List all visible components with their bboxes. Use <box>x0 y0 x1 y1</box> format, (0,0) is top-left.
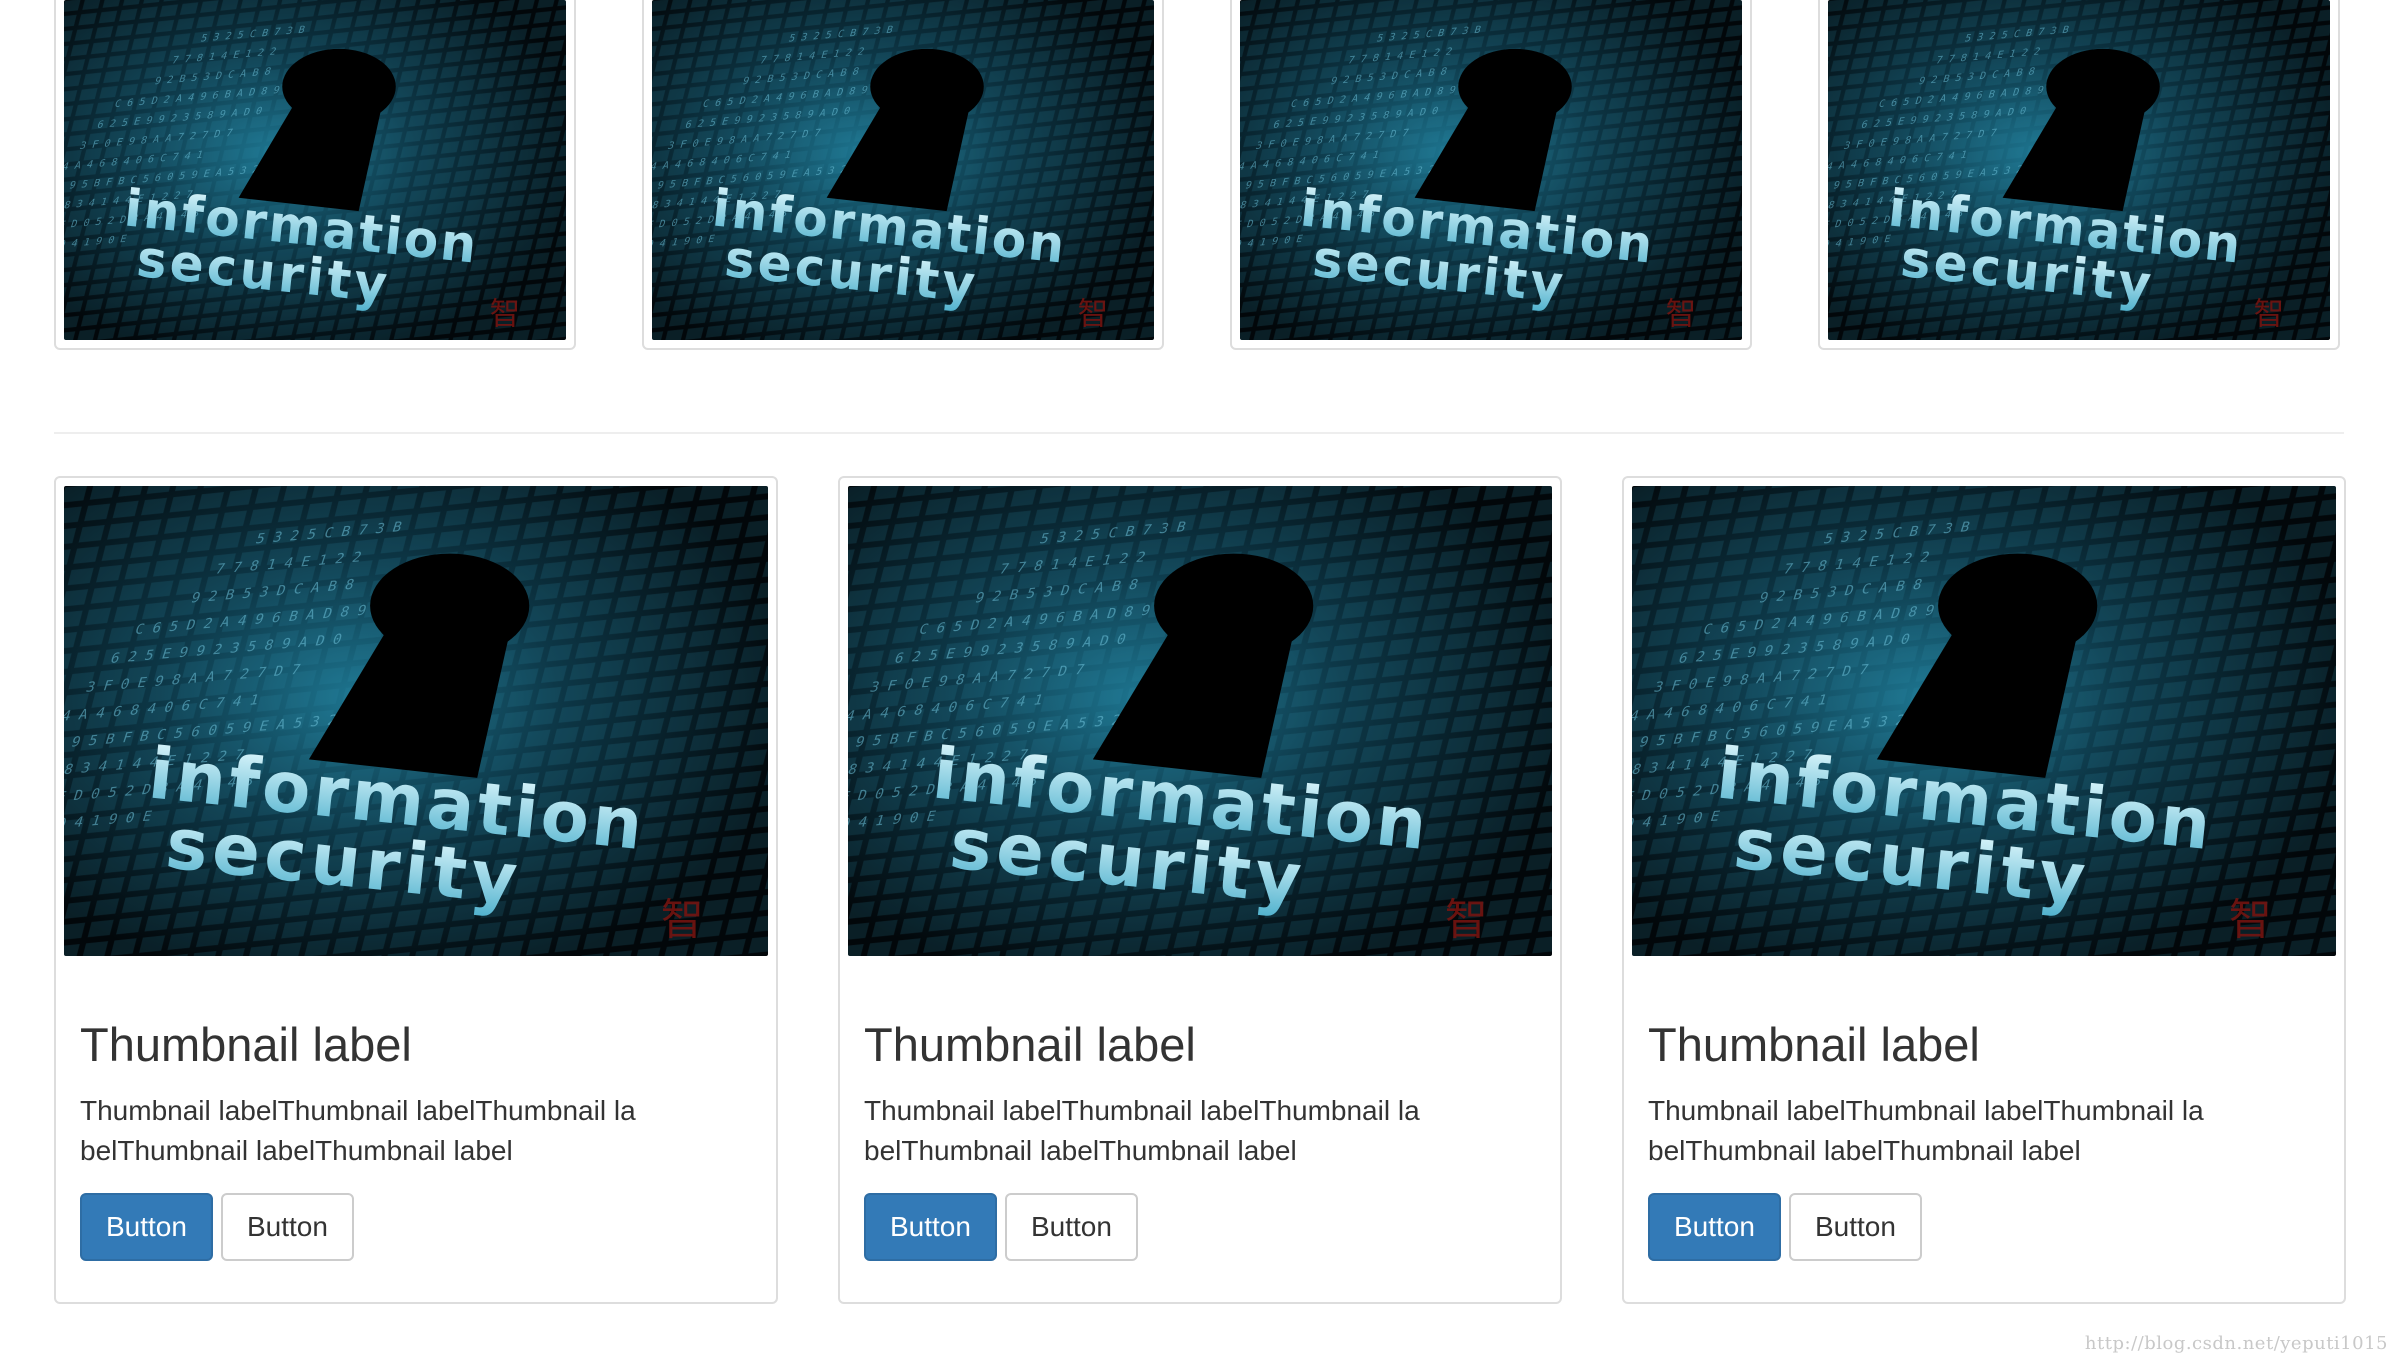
card-text: Thumbnail labelThumbnail labelThumbnail … <box>864 1094 1420 1166</box>
information-security-image <box>64 486 768 956</box>
information-security-image <box>1828 0 2330 340</box>
primary-button[interactable]: Button <box>80 1192 213 1261</box>
card-title: Thumbnail label <box>80 1018 412 1071</box>
information-security-image <box>1632 486 2336 956</box>
caption: Thumbnail label Thumbnail labelThumbnail… <box>64 1019 768 1261</box>
caption: Thumbnail label Thumbnail labelThumbnail… <box>848 1019 1552 1261</box>
information-security-image <box>1240 0 1742 340</box>
watermark: http://blog.csdn.net/yeputi1015 <box>2084 1333 2388 1354</box>
horizontal-divider <box>54 432 2344 434</box>
card-title: Thumbnail label <box>864 1018 1196 1071</box>
primary-button[interactable]: Button <box>864 1192 997 1261</box>
card-title: Thumbnail label <box>1648 1018 1980 1071</box>
thumbnail-card: Thumbnail label Thumbnail labelThumbnail… <box>838 476 1562 1304</box>
thumbnail-link[interactable] <box>1818 0 2340 350</box>
page: Thumbnail label Thumbnail labelThumbnail… <box>0 0 2390 1368</box>
thumbnail-link[interactable] <box>642 0 1164 350</box>
card-text: Thumbnail labelThumbnail labelThumbnail … <box>80 1094 636 1166</box>
default-button[interactable]: Button <box>1788 1192 1922 1261</box>
button-group: Button Button <box>864 1192 1536 1261</box>
button-group: Button Button <box>80 1192 752 1261</box>
thumbnail-card: Thumbnail label Thumbnail labelThumbnail… <box>1622 476 2346 1304</box>
information-security-image <box>848 486 1552 956</box>
caption: Thumbnail label Thumbnail labelThumbnail… <box>1632 1019 2336 1261</box>
primary-button[interactable]: Button <box>1648 1192 1781 1261</box>
thumbnail-link[interactable] <box>1230 0 1752 350</box>
information-security-image <box>652 0 1154 340</box>
card-text: Thumbnail labelThumbnail labelThumbnail … <box>1648 1094 2204 1166</box>
thumbnail-link[interactable] <box>54 0 576 350</box>
default-button[interactable]: Button <box>220 1192 354 1261</box>
button-group: Button Button <box>1648 1192 2320 1261</box>
thumbnail-card: Thumbnail label Thumbnail labelThumbnail… <box>54 476 778 1304</box>
information-security-image <box>64 0 566 340</box>
default-button[interactable]: Button <box>1004 1192 1138 1261</box>
